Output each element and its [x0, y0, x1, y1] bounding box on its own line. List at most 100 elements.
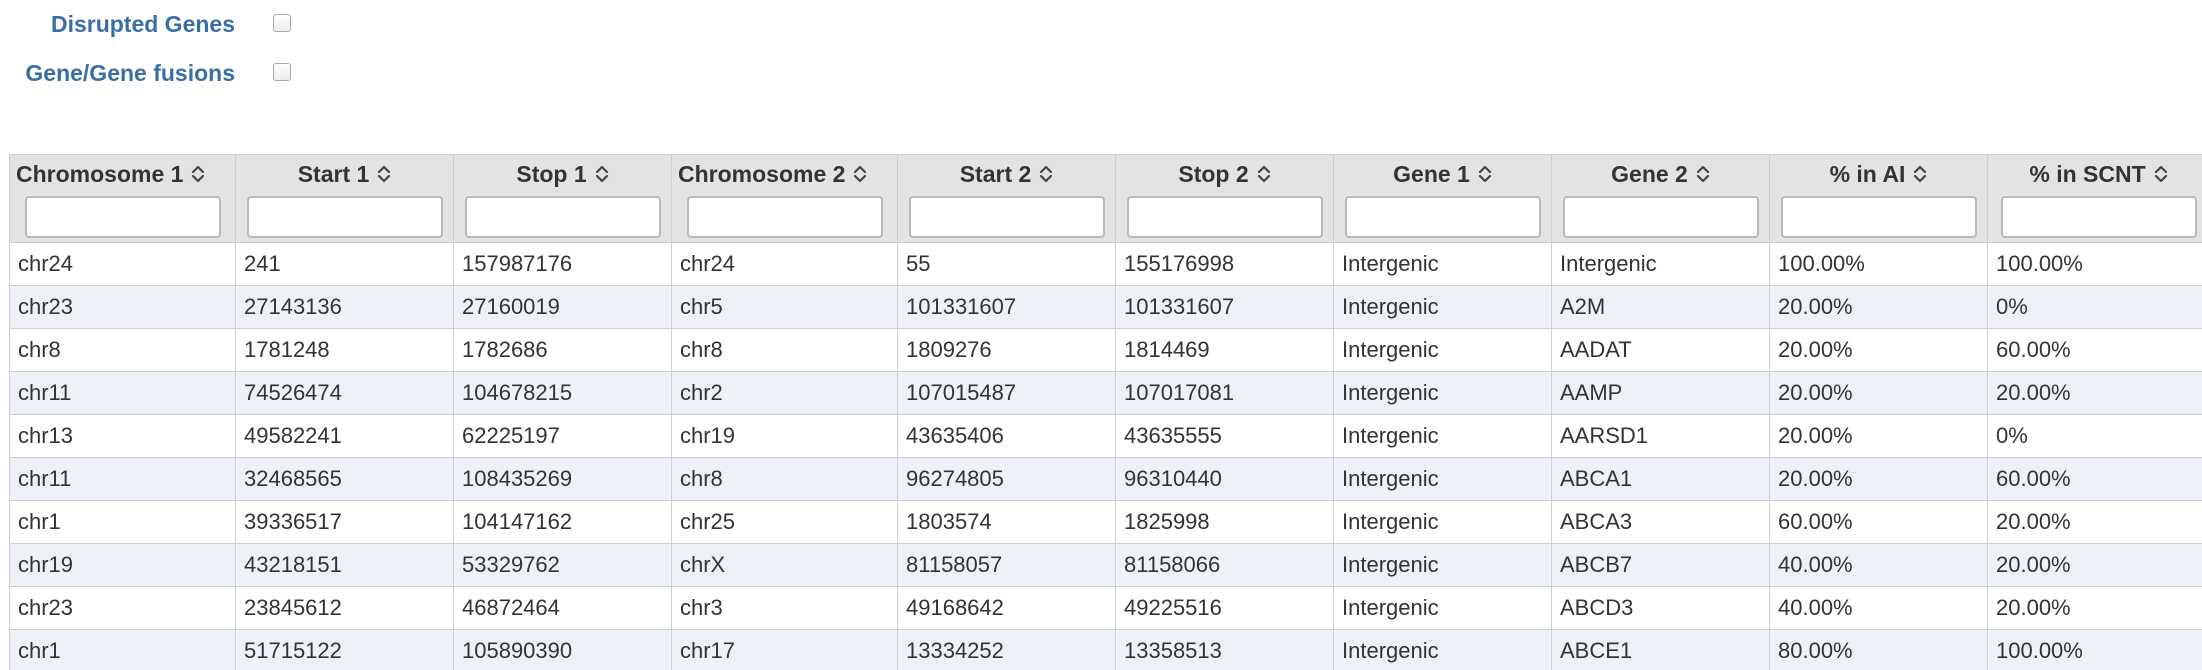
table-cell: 20.00% [1769, 328, 1988, 372]
column-filter-input[interactable] [1344, 196, 1541, 238]
table-cell: 62225197 [453, 414, 672, 458]
table-cell: chr19 [9, 543, 236, 587]
table-cell: AARSD1 [1551, 414, 1770, 458]
sort-header-button[interactable]: Stop 2 [1116, 157, 1333, 191]
table-cell: 104147162 [453, 500, 672, 544]
table-row[interactable]: chr11 74526474 104678215 chr2 107015487 10701… [9, 371, 2202, 415]
table-cell: 20.00% [1987, 586, 2202, 630]
table-cell: 23845612 [235, 586, 454, 630]
column-label: Stop 1 [516, 161, 587, 187]
column-filter-input[interactable] [1780, 196, 1977, 238]
table-cell: 32468565 [235, 457, 454, 501]
column-filter-input[interactable] [246, 196, 443, 238]
column-header-1: Start 1 [235, 154, 454, 243]
table-cell: chr2 [671, 371, 898, 415]
table-cell: 96310440 [1115, 457, 1334, 501]
column-filter-input[interactable] [464, 196, 661, 238]
table-cell: chr11 [9, 371, 236, 415]
sort-header-button[interactable]: Start 2 [898, 157, 1115, 191]
table-cell: 20.00% [1769, 457, 1988, 501]
sort-header-button[interactable]: Chromosome 2 [672, 157, 897, 191]
table-cell: 1809276 [897, 328, 1116, 372]
column-label: Chromosome 2 [678, 161, 846, 187]
sort-header-button[interactable]: Stop 1 [454, 157, 671, 191]
table-cell: 1825998 [1115, 500, 1334, 544]
table-header-row: Chromosome 1 Start 1 Stop 1 Chromosome 2 Sta… [9, 154, 2202, 243]
table-cell: A2M [1551, 285, 1770, 329]
table-cell: chr1 [9, 500, 236, 544]
table-cell: Intergenic [1333, 328, 1552, 372]
table-cell: 43635406 [897, 414, 1116, 458]
table-cell: Intergenic [1333, 414, 1552, 458]
sort-icon [192, 165, 205, 183]
column-filter-input[interactable] [1126, 196, 1323, 238]
sort-icon [378, 165, 391, 183]
table-cell: 49168642 [897, 586, 1116, 630]
results-table: Chromosome 1 Start 1 Stop 1 Chromosome 2 Sta… [9, 154, 2202, 670]
column-filter-input[interactable] [686, 196, 883, 238]
table-cell: 13358513 [1115, 629, 1334, 670]
table-cell: chr17 [671, 629, 898, 670]
results-table-container[interactable]: Chromosome 1 Start 1 Stop 1 Chromosome 2 Sta… [9, 154, 2202, 670]
sort-icon [595, 165, 608, 183]
table-row[interactable]: chr19 43218151 53329762 chrX 81158057 8115806… [9, 543, 2202, 587]
table-row[interactable]: chr13 49582241 62225197 chr19 43635406 436355… [9, 414, 2202, 458]
sort-header-button[interactable]: % in SCNT [1988, 157, 2202, 191]
sort-icon [854, 165, 867, 183]
sort-header-button[interactable]: Start 1 [236, 157, 453, 191]
table-cell: 74526474 [235, 371, 454, 415]
disrupted-genes-checkbox[interactable] [273, 14, 291, 32]
table-row[interactable]: chr8 1781248 1782686 chr8 1809276 1814469 Inte… [9, 328, 2202, 372]
table-cell: 96274805 [897, 457, 1116, 501]
table-row[interactable]: chr23 23845612 46872464 chr3 49168642 4922551… [9, 586, 2202, 630]
column-header-5: Stop 2 [1115, 154, 1334, 243]
table-cell: chr19 [671, 414, 898, 458]
sort-header-button[interactable]: Gene 1 [1334, 157, 1551, 191]
sort-icon [1040, 165, 1053, 183]
table-cell: 100.00% [1769, 242, 1988, 286]
table-cell: 40.00% [1769, 586, 1988, 630]
column-header-8: % in AI [1769, 154, 1988, 243]
table-cell: Intergenic [1333, 285, 1552, 329]
table-cell: 81158066 [1115, 543, 1334, 587]
column-header-4: Start 2 [897, 154, 1116, 243]
table-cell: 53329762 [453, 543, 672, 587]
table-row[interactable]: chr1 51715122 105890390 chr17 13334252 133585… [9, 629, 2202, 670]
sort-header-button[interactable]: Gene 2 [1552, 157, 1769, 191]
table-cell: 43635555 [1115, 414, 1334, 458]
column-filter-input[interactable] [1562, 196, 1759, 238]
table-cell: ABCA1 [1551, 457, 1770, 501]
column-filter-input[interactable] [2000, 196, 2197, 238]
column-label: Start 1 [297, 161, 370, 187]
sort-header-button[interactable]: % in AI [1770, 157, 1987, 191]
table-cell: Intergenic [1333, 371, 1552, 415]
table-cell: ABCE1 [1551, 629, 1770, 670]
table-row[interactable]: chr23 27143136 27160019 chr5 101331607 101331… [9, 285, 2202, 329]
table-cell: 20.00% [1987, 543, 2202, 587]
table-cell: 20.00% [1987, 371, 2202, 415]
table-cell: chr1 [9, 629, 236, 670]
table-row[interactable]: chr11 32468565 108435269 chr8 96274805 963104… [9, 457, 2202, 501]
table-cell: 104678215 [453, 371, 672, 415]
table-cell: 81158057 [897, 543, 1116, 587]
column-label: Gene 1 [1393, 161, 1470, 187]
column-filter-input[interactable] [24, 196, 221, 238]
column-header-2: Stop 1 [453, 154, 672, 243]
sort-header-button[interactable]: Chromosome 1 [10, 157, 235, 191]
column-header-3: Chromosome 2 [671, 154, 898, 243]
table-cell: 60.00% [1769, 500, 1988, 544]
table-cell: 49225516 [1115, 586, 1334, 630]
table-cell: 20.00% [1987, 500, 2202, 544]
table-cell: AADAT [1551, 328, 1770, 372]
table-cell: chr24 [671, 242, 898, 286]
sort-icon [1478, 165, 1491, 183]
table-cell: chr23 [9, 285, 236, 329]
column-label: Start 2 [959, 161, 1032, 187]
gene-gene-fusions-checkbox[interactable] [273, 63, 291, 81]
table-row[interactable]: chr24 241 157987176 chr24 55 155176998 Interge… [9, 242, 2202, 286]
table-cell: ABCB7 [1551, 543, 1770, 587]
column-filter-input[interactable] [908, 196, 1105, 238]
table-cell: 43218151 [235, 543, 454, 587]
table-cell: chr24 [9, 242, 236, 286]
table-row[interactable]: chr1 39336517 104147162 chr25 1803574 1825998… [9, 500, 2202, 544]
